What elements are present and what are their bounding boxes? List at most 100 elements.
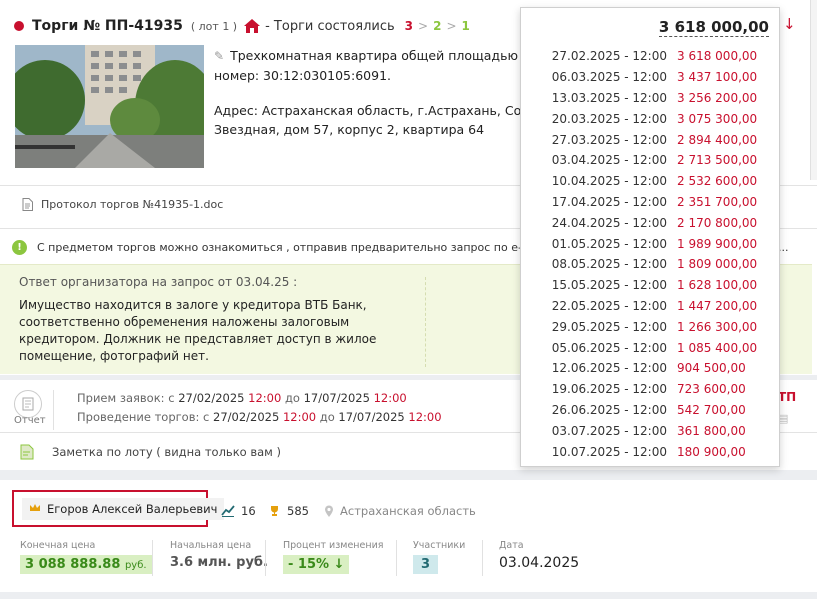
- report-label[interactable]: Отчет: [14, 415, 46, 426]
- price-schedule-row: 12.06.2025 - 12:00 904 500,00: [521, 358, 779, 379]
- info-text: С предметом торгов можно ознакомиться , …: [37, 241, 546, 254]
- stage-separator: >: [446, 19, 457, 33]
- stage-1[interactable]: 1: [462, 19, 470, 33]
- schedule-date: 17.04.2025 - 12:00: [551, 194, 667, 209]
- lot-note[interactable]: Заметка по лоту ( видна только вам ): [20, 444, 281, 460]
- divider: [152, 540, 153, 576]
- current-price[interactable]: 3 618 000,00: [658, 18, 769, 37]
- schedule-price: 1 085 400,00: [677, 340, 758, 355]
- stat-wins: 585: [268, 504, 309, 518]
- applications-period: Прием заявок: с 27/02/2025 12:00 до 17/0…: [77, 391, 407, 405]
- schedule-date: 03.07.2025 - 12:00: [551, 423, 667, 438]
- trophy-icon: [271, 506, 278, 516]
- schedule-price: 723 600,00: [677, 382, 746, 397]
- schedule-date: 08.05.2025 - 12:00: [551, 257, 667, 272]
- schedule-date: 27.03.2025 - 12:00: [551, 132, 667, 147]
- location-pin-icon: [325, 505, 333, 517]
- stage-separator: >: [418, 19, 429, 33]
- lot-photo[interactable]: [15, 45, 204, 168]
- crown-icon: [29, 502, 41, 516]
- lot-number: ( лот 1 ): [190, 19, 238, 33]
- description-line: номер: 30:12:030105:6091.: [214, 68, 392, 83]
- stat-region: Астраханская область: [324, 504, 476, 518]
- schedule-price: 2 532 600,00: [677, 174, 758, 189]
- schedule-date: 03.04.2025 - 12:00: [551, 153, 667, 168]
- address-line: Звездная, дом 57, корпус 2, квартира 64: [214, 122, 485, 137]
- final-price-value: 3 088 888.88 руб.: [20, 555, 152, 574]
- stat-lots: 16: [221, 504, 256, 518]
- schedule-price: 542 700,00: [677, 402, 746, 417]
- schedule-date: 20.03.2025 - 12:00: [551, 111, 667, 126]
- winner-highlight: Егоров Алексей Валерьевич: [12, 490, 225, 527]
- note-icon: [20, 444, 34, 460]
- price-schedule-dropdown[interactable]: 3 618 000,00 27.02.2025 - 12:00 3 618 000…: [520, 7, 780, 467]
- winner-card: Егоров Алексей Валерьевич 16 585 Астраха…: [0, 480, 817, 592]
- change-value: - 15% ↓: [283, 555, 350, 574]
- metric-change: Процент изменения - 15% ↓: [283, 540, 384, 574]
- answer-title: Ответ организатора на запрос от 03.04.25…: [19, 275, 298, 289]
- schedule-price: 904 500,00: [677, 361, 746, 376]
- schedule-price: 3 256 200,00: [677, 90, 758, 105]
- stage-3[interactable]: 3: [405, 19, 413, 33]
- schedule-date: 12.06.2025 - 12:00: [551, 361, 667, 376]
- schedule-price: 1 989 900,00: [677, 236, 758, 251]
- schedule-date: 22.05.2025 - 12:00: [551, 298, 667, 313]
- scrollbar[interactable]: [810, 0, 817, 180]
- status-dot: [14, 21, 24, 31]
- participants-value[interactable]: 3: [413, 555, 439, 574]
- edit-icon[interactable]: ✎: [214, 49, 224, 63]
- address-line: Адрес: Астраханская область, г.Астрахань…: [214, 103, 522, 118]
- description-line: Трехкомнатная квартира общей площадью 67…: [230, 48, 522, 63]
- schedule-price: 3 618 000,00: [677, 49, 758, 64]
- price-schedule-row: 13.03.2025 - 12:00 3 256 200,00: [521, 88, 779, 109]
- price-schedule-row: 27.02.2025 - 12:00 3 618 000,00: [521, 46, 779, 67]
- schedule-date: 10.07.2025 - 12:00: [551, 444, 667, 459]
- winner-name[interactable]: Егоров Алексей Валерьевич: [47, 502, 217, 516]
- schedule-price: 361 800,00: [677, 423, 746, 438]
- metric-final-price: Конечная цена 3 088 888.88 руб.: [20, 540, 152, 574]
- schedule-price: 2 351 700,00: [677, 194, 758, 209]
- price-schedule-list: 27.02.2025 - 12:00 3 618 000,00 06.03.2025…: [521, 46, 779, 462]
- price-schedule-row: 10.04.2025 - 12:00 2 532 600,00: [521, 171, 779, 192]
- schedule-price: 180 900,00: [677, 444, 746, 459]
- schedule-date: 19.06.2025 - 12:00: [551, 382, 667, 397]
- arrow-down-icon[interactable]: ↓: [783, 15, 796, 33]
- answer-text: Имущество находится в залоге у кредитора…: [19, 298, 377, 363]
- divider: [53, 390, 54, 430]
- price-schedule-row: 15.05.2025 - 12:00 1 628 100,00: [521, 275, 779, 296]
- price-schedule-row: 29.05.2025 - 12:00 1 266 300,00: [521, 316, 779, 337]
- schedule-price: 2 894 400,00: [677, 132, 758, 147]
- schedule-date: 27.02.2025 - 12:00: [551, 49, 667, 64]
- schedule-date: 24.04.2025 - 12:00: [551, 215, 667, 230]
- price-schedule-row: 08.05.2025 - 12:00 1 809 000,00: [521, 254, 779, 275]
- arrow-down-icon: ↓: [333, 557, 345, 572]
- document-link[interactable]: Протокол торгов №41935-1.doc: [22, 198, 223, 211]
- note-text[interactable]: Заметка по лоту ( видна только вам ): [52, 445, 281, 459]
- stage-2[interactable]: 2: [433, 19, 441, 33]
- schedule-date: 05.06.2025 - 12:00: [551, 340, 667, 355]
- metric-start-price: Начальная цена 3.6 млн. руб.: [170, 540, 268, 570]
- price-schedule-row: 06.03.2025 - 12:00 3 437 100,00: [521, 67, 779, 88]
- schedule-date: 13.03.2025 - 12:00: [551, 90, 667, 105]
- divider: [396, 540, 397, 576]
- metric-date: Дата 03.04.2025: [499, 540, 580, 571]
- metric-participants: Участники 3: [413, 540, 466, 574]
- schedule-price: 3 437 100,00: [677, 70, 758, 85]
- price-schedule-row: 05.06.2025 - 12:00 1 085 400,00: [521, 337, 779, 358]
- lot-title[interactable]: Торги № ПП-41935: [32, 18, 183, 34]
- schedule-price: 1 809 000,00: [677, 257, 758, 272]
- winner-chip[interactable]: Егоров Алексей Валерьевич: [22, 498, 225, 520]
- price-schedule-row: 20.03.2025 - 12:00 3 075 300,00: [521, 108, 779, 129]
- info-icon: !: [12, 240, 27, 255]
- answer-divider: [425, 277, 426, 367]
- schedule-price: 2 713 500,00: [677, 153, 758, 168]
- schedule-price: 1 628 100,00: [677, 278, 758, 293]
- document-name[interactable]: Протокол торгов №41935-1.doc: [41, 198, 223, 211]
- etp-link[interactable]: ТП: [778, 390, 796, 404]
- schedule-date: 06.03.2025 - 12:00: [551, 70, 667, 85]
- schedule-date: 29.05.2025 - 12:00: [551, 319, 667, 334]
- price-schedule-row: 17.04.2025 - 12:00 2 351 700,00: [521, 192, 779, 213]
- schedule-date: 15.05.2025 - 12:00: [551, 278, 667, 293]
- report-icon[interactable]: [14, 390, 42, 418]
- home-icon[interactable]: [243, 18, 261, 34]
